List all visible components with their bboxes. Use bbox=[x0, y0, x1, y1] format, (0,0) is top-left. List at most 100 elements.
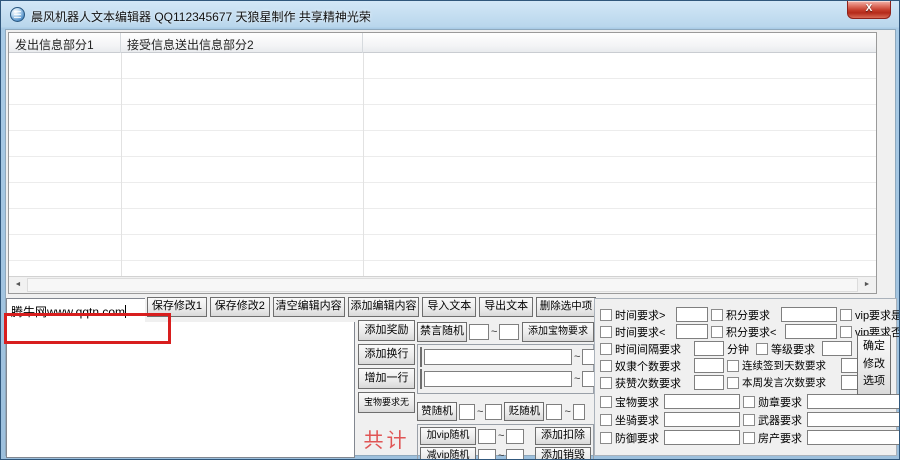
score-checkbox[interactable] bbox=[711, 309, 723, 321]
interval-input[interactable] bbox=[694, 341, 724, 356]
range-separator: ~ bbox=[498, 430, 504, 442]
add-vip-random-button[interactable]: 加vip随机 bbox=[420, 427, 476, 445]
save-1-button[interactable]: 保存修改1 bbox=[147, 297, 207, 317]
mute-max-input[interactable] bbox=[499, 324, 519, 340]
add-deduct-button[interactable]: 添加扣除 bbox=[535, 427, 591, 445]
weapon-checkbox[interactable] bbox=[743, 414, 755, 426]
reward-random-button[interactable]: 奖励随机 bbox=[420, 347, 422, 367]
column-header-receive[interactable]: 接受信息送出信息部分2 bbox=[121, 33, 363, 53]
range-separator: ~ bbox=[498, 450, 504, 460]
requirement-row: 获赞次数要求 本周发言次数要求 bbox=[600, 375, 892, 390]
append-content-button[interactable]: 添加编辑内容 bbox=[348, 297, 420, 317]
add-reward-button[interactable]: 添加奖励 bbox=[358, 320, 415, 341]
time-gt-checkbox[interactable] bbox=[600, 309, 612, 321]
level-input[interactable] bbox=[822, 341, 852, 356]
house-checkbox[interactable] bbox=[743, 432, 755, 444]
sub-vip-random-button[interactable]: 减vip随机 bbox=[420, 447, 476, 460]
scrollbar-thumb[interactable] bbox=[27, 278, 858, 292]
interval-checkbox[interactable] bbox=[600, 343, 612, 355]
mount-label: 坐骑要求 bbox=[615, 412, 661, 428]
score-label: 积分要求 bbox=[726, 307, 778, 323]
demote-max-input[interactable] bbox=[573, 404, 585, 420]
slaves-input[interactable] bbox=[694, 358, 724, 373]
import-text-button[interactable]: 导入文本 bbox=[422, 297, 476, 317]
vip-yes-checkbox[interactable] bbox=[840, 309, 852, 321]
message-table[interactable]: 发出信息部分1 接受信息送出信息部分2 ◄ ► bbox=[8, 32, 877, 294]
confirm-options-button[interactable]: 确定修改选项 bbox=[857, 335, 891, 395]
time-lt-label: 时间要求< bbox=[615, 324, 673, 340]
score-input[interactable] bbox=[781, 307, 837, 322]
reward-min-input[interactable] bbox=[424, 349, 572, 365]
add-newline-button[interactable]: 添加换行 bbox=[358, 344, 415, 365]
add-vip-min-input[interactable] bbox=[478, 429, 496, 444]
vip-no-checkbox[interactable] bbox=[840, 326, 852, 338]
random-controls: 禁言随机 ~ 添加宝物要求 奖励随机 ~ 扣币随机 ~ bbox=[417, 320, 594, 460]
weekly-speak-checkbox[interactable] bbox=[727, 377, 739, 389]
close-button[interactable]: X bbox=[847, 1, 891, 19]
add-row-button[interactable]: 增加一行 bbox=[358, 368, 415, 389]
house-input[interactable] bbox=[807, 430, 900, 445]
action-column: 添加奖励 添加换行 增加一行 宝物要求无 共计 bbox=[358, 320, 415, 453]
sub-vip-max-input[interactable] bbox=[506, 449, 524, 460]
range-separator: ~ bbox=[477, 406, 483, 418]
mute-min-input[interactable] bbox=[469, 324, 489, 340]
treasure-input[interactable] bbox=[664, 394, 740, 409]
praise-count-input[interactable] bbox=[694, 375, 724, 390]
slaves-checkbox[interactable] bbox=[600, 360, 612, 372]
treasure-label: 宝物要求 bbox=[615, 394, 661, 410]
medal-checkbox[interactable] bbox=[743, 396, 755, 408]
score-lt-checkbox[interactable] bbox=[711, 326, 723, 338]
reward-random-row: 奖励随机 ~ bbox=[420, 347, 591, 367]
scroll-right-icon[interactable]: ► bbox=[859, 278, 875, 292]
mute-random-button[interactable]: 禁言随机 bbox=[417, 322, 467, 342]
sub-vip-min-input[interactable] bbox=[478, 449, 496, 460]
requirement-row: 坐骑要求 武器要求 bbox=[600, 412, 892, 427]
save-2-button[interactable]: 保存修改2 bbox=[210, 297, 270, 317]
demote-random-button[interactable]: 贬随机 bbox=[504, 402, 544, 421]
add-vip-max-input[interactable] bbox=[506, 429, 524, 444]
add-destroy-button[interactable]: 添加销毁 bbox=[535, 447, 591, 460]
vip-yes-label: vip要求是 bbox=[855, 307, 900, 323]
text-caret bbox=[125, 305, 126, 318]
score-lt-input[interactable] bbox=[785, 324, 837, 339]
scroll-left-icon[interactable]: ◄ bbox=[10, 278, 26, 292]
message-editor-textarea[interactable]: 腾牛网www.qqtn.com bbox=[6, 298, 355, 458]
level-checkbox[interactable] bbox=[756, 343, 768, 355]
time-gt-input[interactable] bbox=[676, 307, 708, 322]
deduct-coin-min-input[interactable] bbox=[424, 371, 572, 387]
medal-input[interactable] bbox=[807, 394, 900, 409]
praise-count-checkbox[interactable] bbox=[600, 377, 612, 389]
table-body[interactable] bbox=[9, 53, 876, 276]
weapon-input[interactable] bbox=[807, 412, 900, 427]
column-divider bbox=[121, 53, 122, 276]
demote-min-input[interactable] bbox=[546, 404, 562, 420]
app-icon bbox=[10, 7, 25, 22]
horizontal-scrollbar[interactable]: ◄ ► bbox=[9, 276, 876, 293]
delete-selected-button[interactable]: 删除选中项 bbox=[536, 297, 596, 317]
time-lt-input[interactable] bbox=[676, 324, 708, 339]
praise-random-button[interactable]: 赞随机 bbox=[417, 402, 457, 421]
defense-checkbox[interactable] bbox=[600, 432, 612, 444]
mount-checkbox[interactable] bbox=[600, 414, 612, 426]
range-separator: ~ bbox=[491, 326, 497, 338]
sub-vip-random-row: 减vip随机 ~ 添加销毁 bbox=[420, 447, 591, 460]
defense-input[interactable] bbox=[664, 430, 740, 445]
editor-text: 腾牛网www.qqtn.com bbox=[11, 305, 125, 319]
clear-content-button[interactable]: 清空编辑内容 bbox=[273, 297, 345, 317]
weekly-speak-label: 本周发言次数要求 bbox=[742, 375, 838, 390]
treasure-none-button[interactable]: 宝物要求无 bbox=[358, 392, 415, 413]
reward-group: 奖励随机 ~ 扣币随机 ~ bbox=[417, 344, 594, 394]
column-header-send[interactable]: 发出信息部分1 bbox=[9, 33, 121, 53]
title-bar[interactable]: 晨风机器人文本编辑器 QQ112345677 天狼星制作 共享精神光荣 X bbox=[1, 1, 899, 29]
defense-label: 防御要求 bbox=[615, 430, 661, 446]
export-text-button[interactable]: 导出文本 bbox=[479, 297, 533, 317]
treasure-checkbox[interactable] bbox=[600, 396, 612, 408]
time-lt-checkbox[interactable] bbox=[600, 326, 612, 338]
deduct-coin-random-button[interactable]: 扣币随机 bbox=[420, 369, 422, 389]
praise-max-input[interactable] bbox=[485, 404, 502, 420]
mount-input[interactable] bbox=[664, 412, 740, 427]
column-header-empty bbox=[363, 33, 876, 53]
praise-min-input[interactable] bbox=[459, 404, 475, 420]
add-treasure-requirement-button[interactable]: 添加宝物要求 bbox=[522, 322, 594, 342]
sign-days-checkbox[interactable] bbox=[727, 360, 739, 372]
